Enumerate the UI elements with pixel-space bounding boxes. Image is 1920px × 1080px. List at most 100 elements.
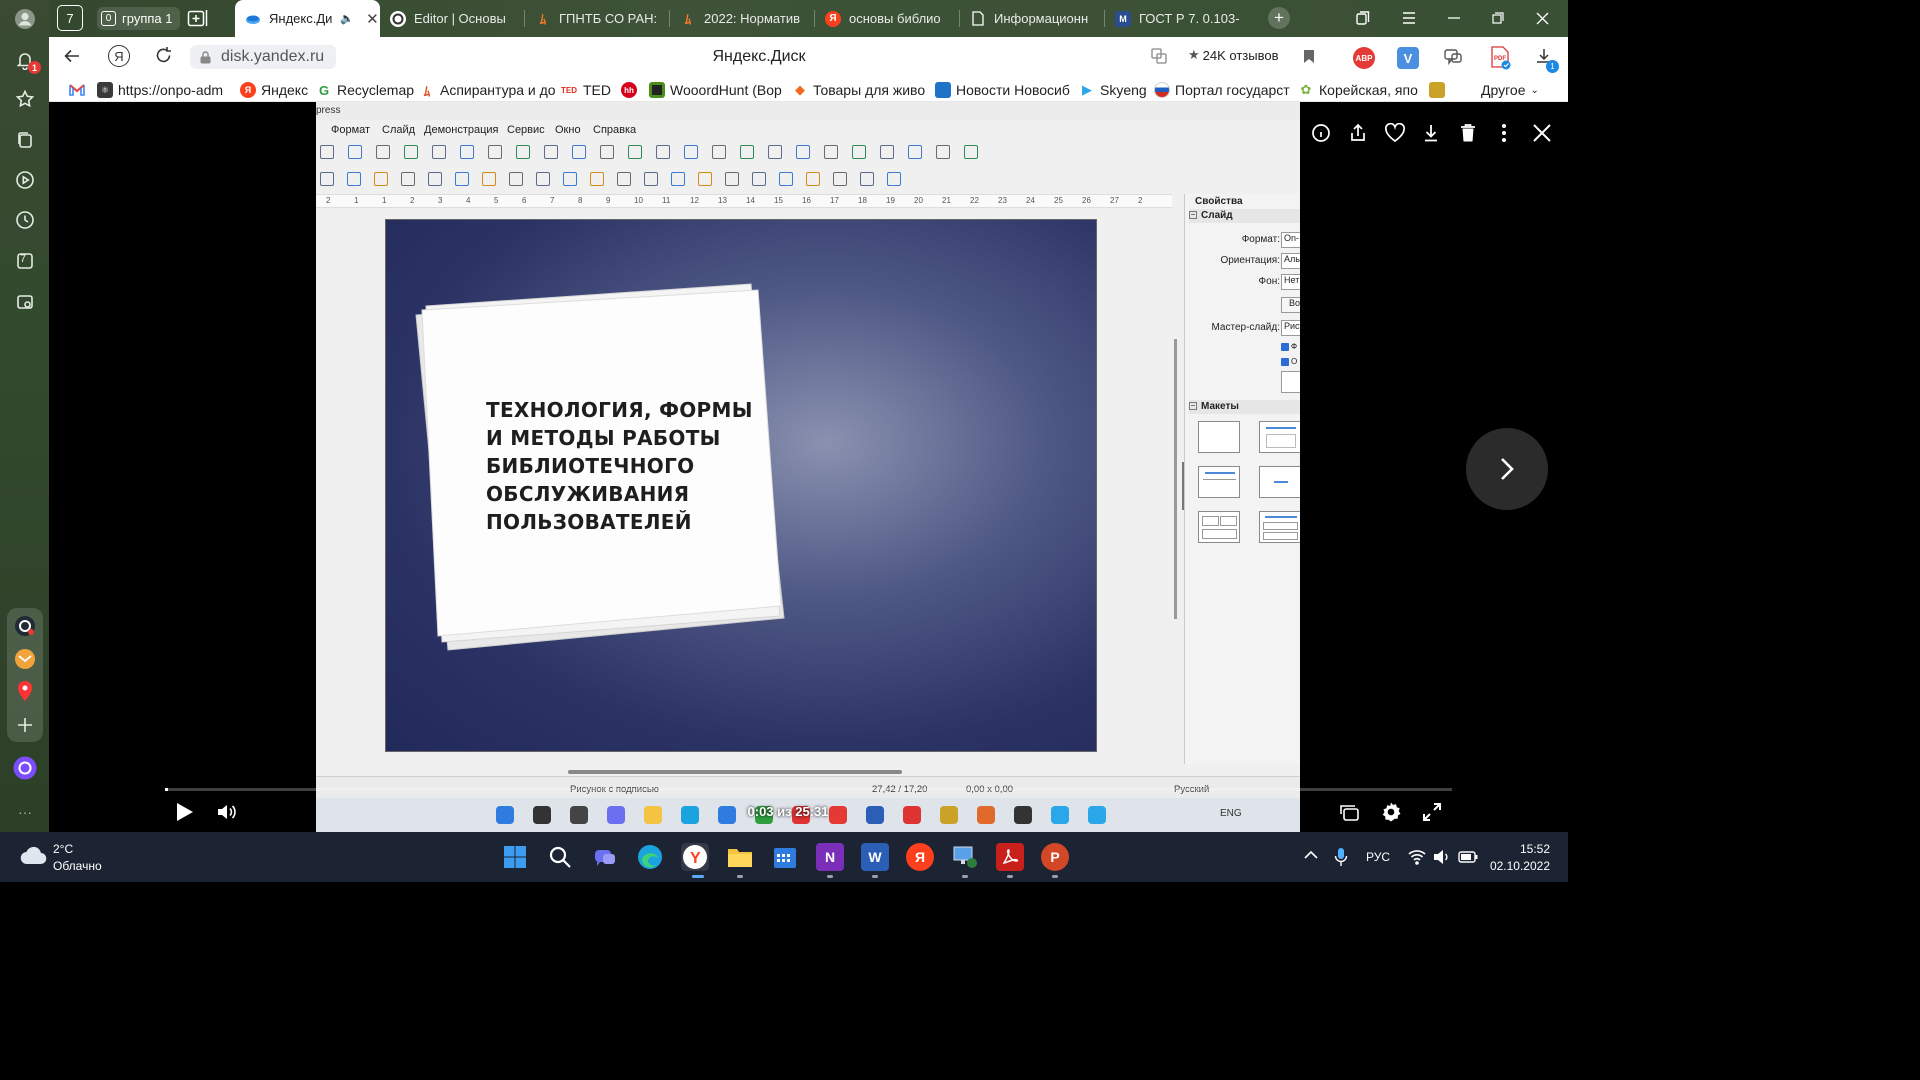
onenote-icon[interactable]: N (816, 843, 844, 871)
bookmark-extra[interactable] (1429, 80, 1445, 100)
lo-toolbar-button[interactable] (348, 145, 362, 159)
adblock-plus-icon[interactable]: ABP (1353, 47, 1375, 69)
bookmark-ribbon-icon[interactable] (1303, 49, 1315, 64)
bookmark-item[interactable]: WooordHunt (Вор (649, 80, 782, 100)
lo-toolbar-button[interactable] (796, 145, 810, 159)
lo-toolbar-button[interactable] (725, 172, 739, 186)
edge-browser-icon[interactable] (636, 843, 664, 871)
favorites-star-icon[interactable] (13, 87, 37, 111)
lo-toolbar-button[interactable] (824, 145, 838, 159)
lo-toolbar-button[interactable] (833, 172, 847, 186)
new-tab-plus-icon[interactable]: + (1268, 7, 1290, 29)
bookmark-item[interactable]: ◆ Товары для живо (792, 80, 925, 100)
play-video-icon[interactable] (13, 168, 37, 192)
lo-toolbar-button[interactable] (320, 145, 334, 159)
lo-toolbar-button[interactable] (852, 145, 866, 159)
download-icon[interactable] (1422, 123, 1440, 143)
lo-toolbar-button[interactable] (401, 172, 415, 186)
close-window-icon[interactable] (1529, 6, 1555, 30)
speaker-icon[interactable] (1433, 849, 1451, 865)
chat-extension-icon[interactable] (1443, 47, 1463, 67)
app-mail-icon[interactable] (13, 647, 37, 671)
subtitles-icon[interactable] (1338, 802, 1360, 822)
restore-window-icon[interactable] (1485, 6, 1511, 30)
tab-close-icon[interactable]: ✕ (366, 10, 379, 28)
layout-title-two-rows[interactable] (1259, 511, 1300, 543)
vk-extension-icon[interactable]: V (1397, 47, 1419, 69)
lo-toolbar-button[interactable] (460, 145, 474, 159)
lo-toolbar-button[interactable] (563, 172, 577, 186)
back-arrow-icon[interactable] (63, 47, 81, 65)
alice-assistant-icon[interactable] (13, 756, 37, 780)
file-explorer-icon[interactable] (726, 843, 754, 871)
master-objects-checkbox[interactable]: О (1281, 357, 1297, 366)
volume-icon[interactable] (216, 802, 238, 822)
lo-toolbar-button[interactable] (347, 172, 361, 186)
bookmark-gmail[interactable] (69, 80, 85, 100)
section-layouts-header[interactable]: − Макеты (1189, 400, 1300, 414)
lo-toolbar-button[interactable] (374, 172, 388, 186)
weather-cloud-icon[interactable] (19, 846, 47, 866)
sidebar-more-icon[interactable]: ··· (13, 800, 37, 824)
fullscreen-icon[interactable] (1422, 802, 1442, 822)
lo-menu-slide[interactable]: Слайд (382, 124, 415, 136)
bookmark-hh[interactable]: hh (621, 80, 637, 100)
lo-toolbar-button[interactable] (404, 145, 418, 159)
like-heart-icon[interactable] (1384, 123, 1406, 143)
bookmark-item[interactable]: ▶ Skyeng (1079, 80, 1147, 100)
format-select[interactable]: On- (1281, 232, 1300, 248)
word-icon[interactable]: W (861, 843, 889, 871)
lo-toolbar-button[interactable] (964, 145, 978, 159)
share-icon[interactable] (1348, 123, 1368, 143)
info-icon[interactable] (1311, 123, 1331, 143)
teams-chat-icon[interactable] (591, 843, 619, 871)
video-progress-track[interactable] (165, 788, 1452, 791)
tab-gpntb[interactable]: ﾑ ГПНТБ СО РАН: (525, 0, 670, 37)
bookmark-item[interactable]: TED TED (560, 80, 611, 100)
tab-group-button[interactable]: 0 группа 1 (97, 7, 180, 30)
lo-toolbar-button[interactable] (600, 145, 614, 159)
layout-title-content[interactable] (1259, 421, 1300, 453)
pdf-extension-icon[interactable]: PDF (1489, 46, 1511, 70)
lo-toolbar-button[interactable] (544, 145, 558, 159)
tray-chevron-up-icon[interactable] (1304, 850, 1318, 860)
lo-toolbar-button[interactable] (590, 172, 604, 186)
tabs-panel-icon[interactable] (1350, 6, 1376, 30)
wifi-icon[interactable] (1408, 849, 1426, 865)
lo-toolbar-button[interactable] (432, 145, 446, 159)
history-clock-icon[interactable] (13, 208, 37, 232)
calendar-app-icon[interactable] (771, 843, 799, 871)
lo-toolbar-button[interactable] (428, 172, 442, 186)
layout-blank[interactable] (1198, 421, 1240, 453)
collections-icon[interactable] (13, 128, 37, 152)
microphone-icon[interactable] (1334, 847, 1348, 867)
reviews-button[interactable]: ★ 24K отзывов (1188, 47, 1279, 63)
lo-toolbar-button[interactable] (488, 145, 502, 159)
lo-menu-tools[interactable]: Сервис (507, 124, 545, 136)
taskbar-search-icon[interactable] (546, 843, 574, 871)
bookmark-item[interactable]: Я Яндекс (240, 80, 308, 100)
tab-yandex-disk[interactable]: Яндекс.Ди 🔈 ✕ (235, 0, 380, 37)
lo-toolbar-button[interactable] (482, 172, 496, 186)
tabs-counter-button[interactable]: 7 (57, 5, 83, 31)
url-field[interactable]: disk.yandex.ru (190, 45, 336, 69)
background-insert-button[interactable]: Во (1281, 297, 1300, 313)
bookmark-item[interactable]: G Recyclemap (316, 80, 414, 100)
master-background-checkbox[interactable]: Ф (1281, 342, 1297, 351)
lo-toolbar-button[interactable] (740, 145, 754, 159)
lo-toolbar-button[interactable] (684, 145, 698, 159)
presentation-slide[interactable]: ТЕХНОЛОГИЯ, ФОРМЫ И МЕТОДЫ РАБОТЫ БИБЛИО… (385, 219, 1097, 752)
yandex-browser-icon[interactable]: Y (681, 843, 709, 871)
bookmark-item[interactable]: ﾑ Аспирантура и до (419, 80, 556, 100)
bookmark-item[interactable]: Новости Новосиб (935, 80, 1070, 100)
lo-toolbar-button[interactable] (516, 145, 530, 159)
windows-start-icon[interactable] (501, 843, 529, 871)
lo-toolbar-button[interactable] (860, 172, 874, 186)
section-slide-header[interactable]: − Слайд (1189, 209, 1300, 223)
settings-gear-icon[interactable] (1380, 801, 1402, 823)
lo-menu-help[interactable]: Справка (593, 124, 636, 136)
delete-trash-icon[interactable] (1459, 123, 1477, 143)
tab-gost[interactable]: M ГОСТ Р 7. 0.103- (1105, 0, 1250, 37)
lo-toolbar-button[interactable] (779, 172, 793, 186)
lo-toolbar-button[interactable] (806, 172, 820, 186)
